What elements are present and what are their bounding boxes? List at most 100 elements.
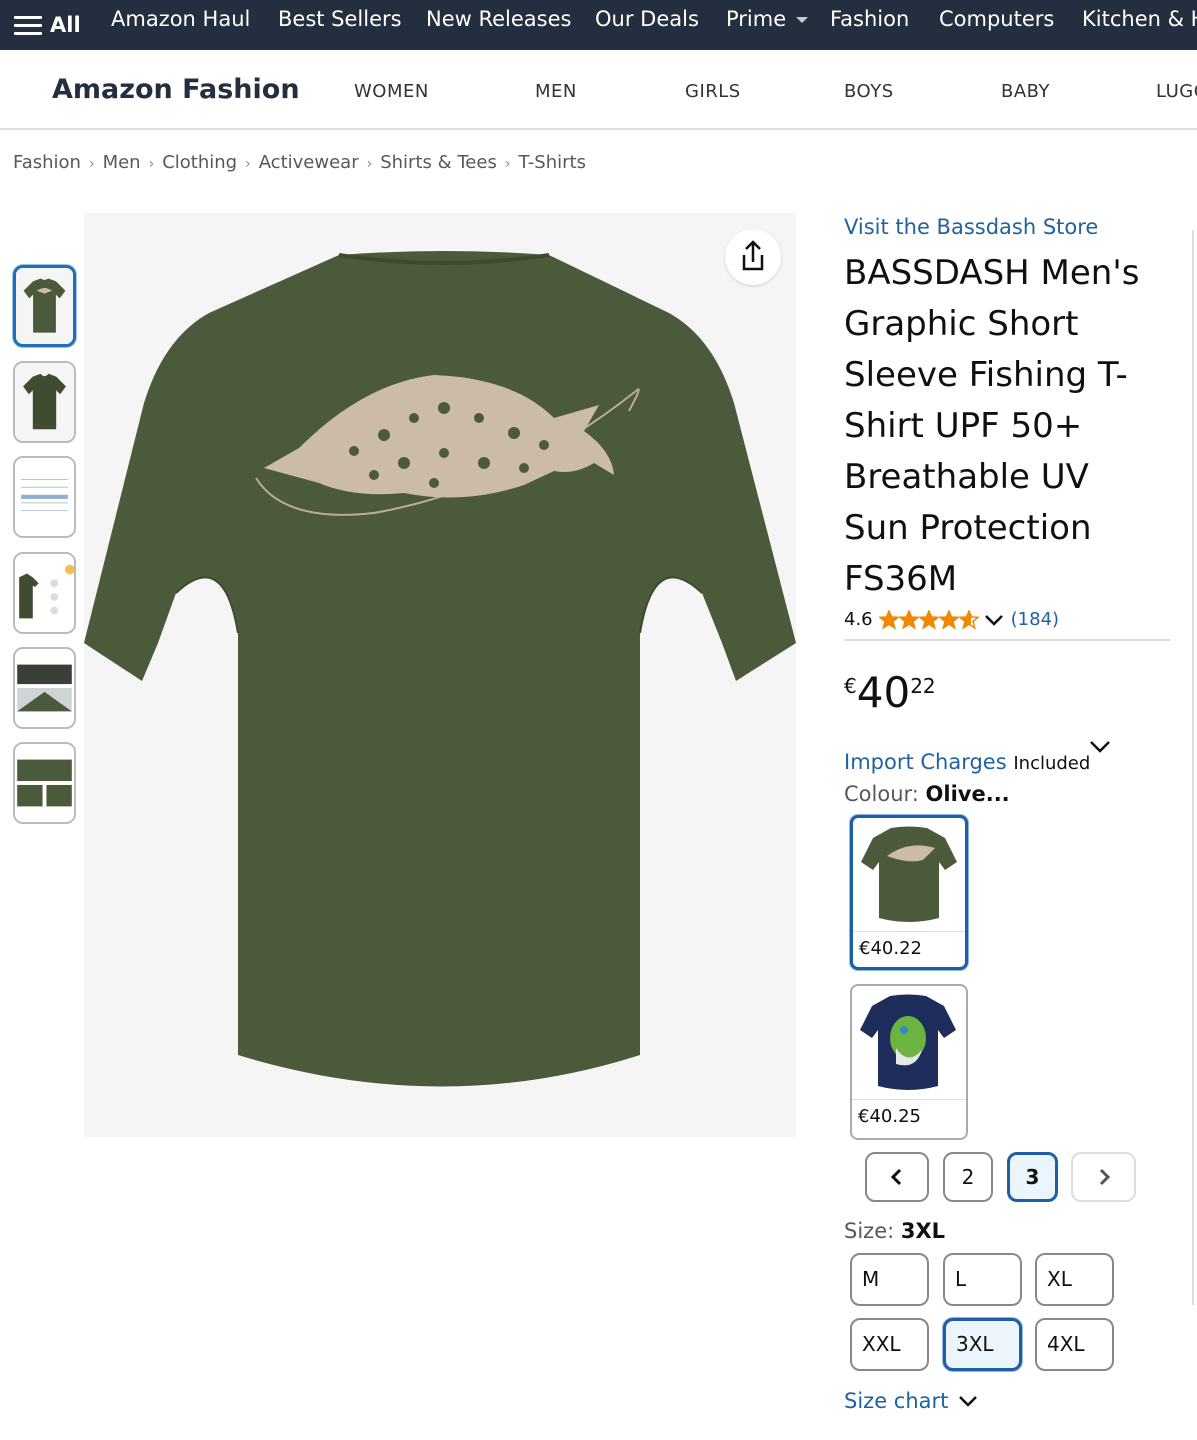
chevron-down-icon[interactable]	[1088, 737, 1112, 757]
subnav-boys[interactable]: BOYS	[844, 81, 894, 102]
olive-shirt-swatch	[861, 826, 957, 922]
swatch-image	[852, 986, 966, 1100]
thumbnail-6[interactable]	[13, 742, 76, 824]
feature-diagram-thumbnail	[15, 554, 74, 632]
shirt-front-thumbnail	[15, 363, 74, 441]
star-icon	[878, 609, 899, 630]
pagination-prev-button[interactable]	[865, 1152, 929, 1202]
import-charges-link[interactable]: Import Charges	[844, 750, 1007, 774]
size-chart-link[interactable]: Size chart	[844, 1389, 980, 1413]
size-chart-label: Size chart	[844, 1389, 949, 1413]
size-table-thumbnail	[15, 458, 74, 536]
breadcrumb: Fashion › Men › Clothing › Activewear › Shirts &…	[13, 152, 586, 173]
thumbnail-1[interactable]	[13, 265, 76, 347]
size-option-4xl[interactable]: 4XL	[1035, 1318, 1114, 1371]
breadcrumb-men[interactable]: Men	[103, 152, 141, 173]
main-product-image[interactable]	[84, 213, 796, 1137]
nav-our-deals[interactable]: Our Deals	[595, 0, 699, 50]
thumbnail-4[interactable]	[13, 552, 76, 634]
size-option-3xl[interactable]: 3XL	[943, 1318, 1022, 1371]
size-label-row: Size: 3XL	[844, 1219, 945, 1243]
divider	[844, 639, 1170, 641]
breadcrumb-clothing[interactable]: Clothing	[162, 152, 237, 173]
breadcrumb-separator-icon: ›	[88, 156, 95, 172]
nav-amazon-haul[interactable]: Amazon Haul	[111, 0, 250, 50]
pagination-page-2[interactable]: 2	[943, 1152, 993, 1202]
shirt-back-thumbnail	[16, 268, 73, 344]
swatch-price: €40.25	[858, 1106, 921, 1127]
nav-best-sellers[interactable]: Best Sellers	[278, 0, 402, 50]
all-menu-button[interactable]: All	[14, 0, 81, 50]
colour-swatch-navy[interactable]: €40.25	[850, 984, 968, 1140]
size-label: Size:	[844, 1219, 895, 1243]
caret-down-icon	[796, 17, 809, 23]
share-button[interactable]	[725, 229, 781, 285]
store-link[interactable]: Visit the Bassdash Store	[844, 215, 1098, 239]
chevron-left-icon	[890, 1168, 902, 1186]
breadcrumb-separator-icon: ›	[148, 156, 155, 172]
thumbnail-2[interactable]	[13, 361, 76, 443]
hamburger-icon	[14, 14, 42, 36]
size-option-m[interactable]: M	[850, 1253, 929, 1306]
size-option-l[interactable]: L	[943, 1253, 1022, 1306]
colour-label-row: Colour: Olive...	[844, 782, 1010, 806]
olive-shirt-image	[84, 213, 796, 1137]
size-option-xl[interactable]: XL	[1035, 1253, 1114, 1306]
rating-value: 4.6	[844, 609, 873, 630]
subnav-luggage[interactable]: LUGG	[1156, 81, 1197, 102]
subnav-men[interactable]: MEN	[535, 81, 577, 102]
fabric-detail-thumbnail	[15, 649, 74, 727]
top-nav-bar: All Amazon Haul Best Sellers New Release…	[0, 0, 1197, 50]
chevron-down-icon[interactable]	[983, 612, 1005, 628]
colour-swatch-olive[interactable]: €40.22	[850, 815, 968, 970]
navy-shirt-swatch	[860, 994, 956, 1090]
import-charges-row: Import Charges Included	[844, 750, 1090, 774]
thumbnail-5[interactable]	[13, 647, 76, 729]
subnav-women[interactable]: WOMEN	[354, 81, 429, 102]
breadcrumb-shirts-tees[interactable]: Shirts & Tees	[380, 152, 497, 173]
nav-computers[interactable]: Computers	[939, 0, 1054, 50]
size-value: 3XL	[900, 1219, 946, 1243]
nav-prime[interactable]: Prime	[726, 0, 809, 50]
star-icon	[918, 609, 939, 630]
shirt-details-thumbnail	[15, 744, 74, 822]
star-icon	[958, 609, 979, 630]
price-currency: €	[844, 674, 857, 698]
import-charges-status: Included	[1013, 753, 1091, 774]
breadcrumb-separator-icon: ›	[366, 156, 373, 172]
chevron-right-icon	[1099, 1168, 1110, 1186]
swatch-image	[853, 818, 965, 932]
pagination-next-button[interactable]	[1071, 1152, 1136, 1202]
breadcrumb-separator-icon: ›	[245, 156, 251, 172]
swatch-price: €40.22	[859, 938, 922, 959]
star-icon	[898, 609, 919, 630]
nav-new-releases[interactable]: New Releases	[426, 0, 571, 50]
rating-count-link[interactable]: (184)	[1011, 609, 1059, 630]
price-fraction: 22	[910, 674, 936, 698]
rating-row: 4.6 (184)	[844, 609, 1059, 630]
colour-value: Olive...	[925, 782, 1010, 806]
nav-kitchen[interactable]: Kitchen & H	[1082, 0, 1197, 50]
price-whole: 40	[856, 668, 911, 717]
breadcrumb-t-shirts[interactable]: T-Shirts	[518, 152, 586, 173]
buy-box-edge	[1192, 230, 1197, 1305]
breadcrumb-activewear[interactable]: Activewear	[259, 152, 359, 173]
subnav-girls[interactable]: GIRLS	[685, 81, 741, 102]
breadcrumb-fashion[interactable]: Fashion	[13, 152, 81, 173]
chevron-down-icon	[959, 1396, 978, 1407]
amazon-fashion-brand[interactable]: Amazon Fashion	[52, 74, 300, 105]
thumbnail-3[interactable]	[13, 456, 76, 538]
breadcrumb-separator-icon: ›	[504, 156, 511, 172]
nav-fashion[interactable]: Fashion	[830, 0, 909, 50]
all-menu-label: All	[50, 13, 81, 37]
share-icon	[742, 240, 764, 271]
pagination-page-3[interactable]: 3	[1007, 1152, 1058, 1202]
fashion-sub-nav: Amazon Fashion WOMEN MEN GIRLS BOYS BABY…	[0, 50, 1197, 130]
nav-prime-label: Prime	[726, 7, 787, 31]
product-title: BASSDASH Men's Graphic Short Sleeve Fish…	[844, 253, 1140, 599]
star-icon	[938, 609, 959, 630]
subnav-baby[interactable]: BABY	[1001, 81, 1050, 102]
rating-stars[interactable]	[878, 609, 979, 630]
size-option-xxl[interactable]: XXL	[850, 1318, 929, 1371]
price: €4022	[844, 668, 936, 718]
